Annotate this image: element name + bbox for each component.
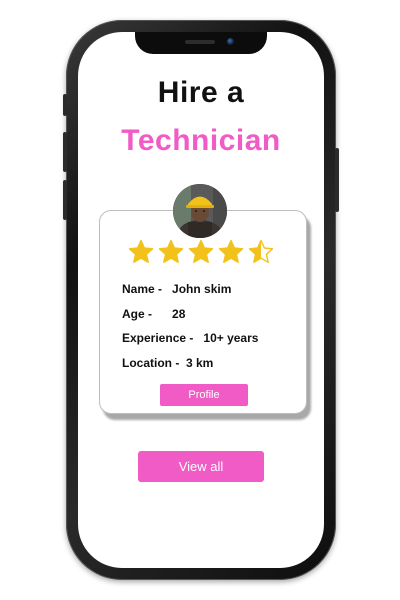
detail-name: Name - John skim: [122, 282, 231, 296]
detail-experience-value: 10+ years: [203, 331, 259, 345]
view-all-button[interactable]: View all: [138, 451, 264, 482]
front-camera-icon: [227, 38, 234, 45]
star-icon: [188, 239, 214, 263]
detail-location: Location - 3 km: [122, 356, 213, 370]
speaker-grille: [185, 40, 215, 44]
phone-frame: Hire a Technician Name - John skim Age -…: [63, 20, 339, 580]
mute-switch: [63, 94, 67, 116]
volume-up-button: [63, 132, 67, 172]
volume-down-button: [63, 180, 67, 220]
detail-age-value: 28: [172, 307, 186, 321]
detail-name-value: John skim: [172, 282, 232, 296]
technician-avatar: [173, 184, 227, 238]
stage: Hire a Technician Name - John skim Age -…: [0, 0, 400, 600]
technician-avatar-icon: [173, 184, 227, 238]
star-icon: [158, 239, 184, 263]
page-subtitle: Technician: [121, 124, 281, 157]
rating-stars: [128, 239, 278, 267]
notch: [135, 32, 267, 54]
detail-experience: Experience - 10+ years: [122, 331, 258, 345]
star-icon: [128, 239, 154, 263]
page-title: Hire a: [157, 76, 245, 109]
phone-screen: Hire a Technician Name - John skim Age -…: [78, 32, 324, 568]
detail-age-label: Age -: [122, 307, 152, 321]
star-icon: [218, 239, 244, 263]
detail-location-label: Location -: [122, 356, 180, 370]
star-icon: [248, 239, 274, 263]
detail-experience-label: Experience -: [122, 331, 194, 345]
profile-button[interactable]: Profile: [160, 384, 248, 406]
power-button: [335, 148, 339, 212]
detail-location-value: 3 km: [186, 356, 214, 370]
detail-name-label: Name -: [122, 282, 163, 296]
detail-age: Age - 28: [122, 307, 185, 321]
